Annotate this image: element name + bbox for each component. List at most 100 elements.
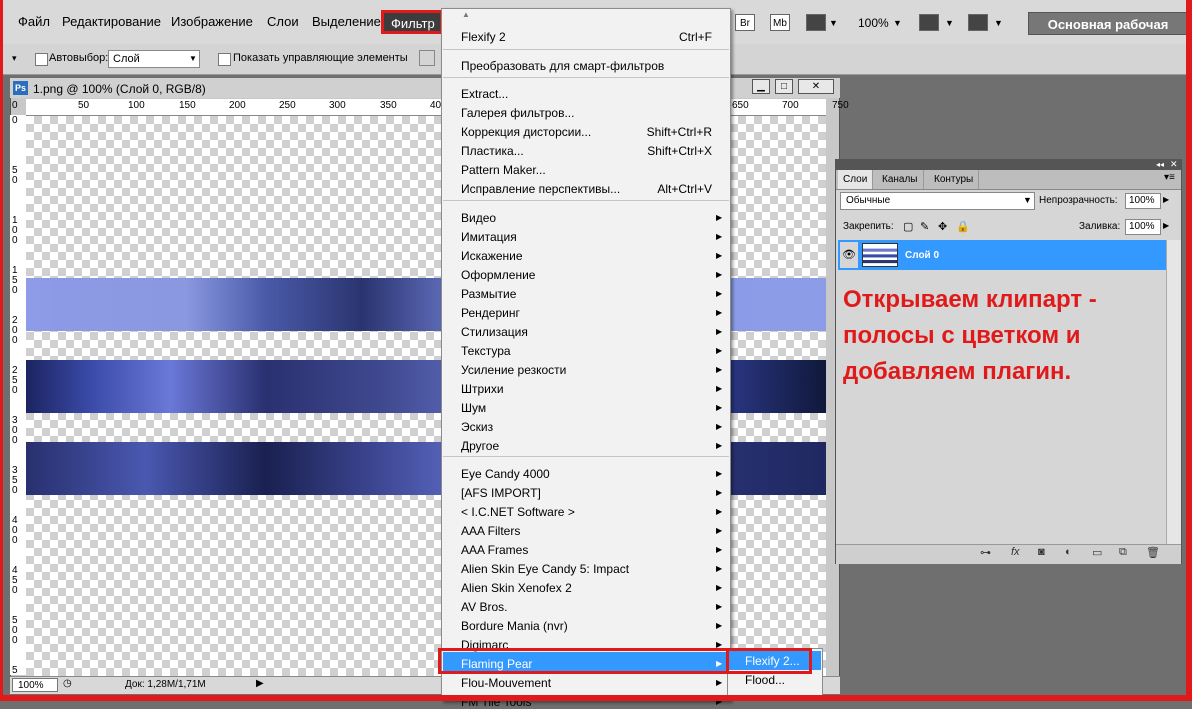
menu-item-submenu[interactable]: Оформление xyxy=(461,268,535,282)
menu-file[interactable]: Файл xyxy=(18,14,50,29)
chevron-right-icon: ▶ xyxy=(716,365,723,374)
ruler-tick-label: 1 0 0 xyxy=(12,215,18,246)
zoom-select[interactable]: 100% xyxy=(858,16,889,30)
lock-brush-icon[interactable]: ✎ xyxy=(920,220,929,233)
chevron-right-icon: ▶ xyxy=(716,441,723,450)
chevron-right-icon: ▶ xyxy=(716,251,723,260)
chevron-right-icon: ▶ xyxy=(716,583,723,592)
layer-name[interactable]: Слой 0 xyxy=(905,250,939,261)
autoselect-select[interactable]: Слой xyxy=(108,50,200,68)
new-layer-icon[interactable]: ⧉ xyxy=(1119,546,1127,559)
arrange-documents-icon[interactable] xyxy=(919,14,939,31)
chevron-down-icon[interactable]: ▼ xyxy=(829,18,838,28)
menu-filter[interactable]: Фильтр xyxy=(391,16,435,31)
menu-item-plugin[interactable]: Flaming Pear xyxy=(461,657,532,671)
menu-item-plugin[interactable]: Alien Skin Xenofex 2 xyxy=(461,581,572,595)
minimize-icon[interactable]: ▁ xyxy=(752,79,770,94)
bridge-icon[interactable]: Br xyxy=(735,14,755,31)
chevron-down-icon[interactable]: ▼ xyxy=(994,18,1003,28)
menu-item-plugin[interactable]: [AFS IMPORT] xyxy=(461,486,541,500)
workspace-button[interactable]: Основная рабочая среда xyxy=(1028,12,1188,55)
tab-paths[interactable]: Контуры xyxy=(929,170,980,189)
menu-image[interactable]: Изображение xyxy=(171,14,253,29)
menu-item-plugin[interactable]: Alien Skin Eye Candy 5: Impact xyxy=(461,562,629,576)
chevron-right-icon: ▶ xyxy=(716,270,723,279)
menu-item-plugin[interactable]: AAA Frames xyxy=(461,543,528,557)
chevron-down-icon[interactable]: ▼ xyxy=(945,18,954,28)
submenu-item-flood[interactable]: Flood... xyxy=(745,673,785,687)
tool-preset-icon[interactable]: ▾ xyxy=(12,53,17,64)
menu-item-plugin[interactable]: AAA Filters xyxy=(461,524,520,538)
menu-item-5[interactable]: Исправление перспективы... xyxy=(461,182,620,196)
menu-item-submenu[interactable]: Размытие xyxy=(461,287,516,301)
status-options-icon[interactable]: ◷ xyxy=(63,678,72,689)
group-icon[interactable]: ▭ xyxy=(1092,546,1102,559)
menu-item-plugin[interactable]: Bordure Mania (nvr) xyxy=(461,619,568,633)
menu-item-flexify[interactable]: Flexify 2 xyxy=(461,30,506,44)
menu-item-submenu[interactable]: Текстура xyxy=(461,344,511,358)
tab-layers[interactable]: Слои xyxy=(838,170,874,189)
menu-item-2[interactable]: Коррекция дисторсии... xyxy=(461,125,591,139)
mini-bridge-icon[interactable]: Mb xyxy=(770,14,790,31)
show-controls-checkbox[interactable] xyxy=(218,53,231,66)
menu-item-4[interactable]: Pattern Maker... xyxy=(461,163,546,177)
menu-item-submenu[interactable]: Другое xyxy=(461,439,499,453)
maximize-icon[interactable]: □ xyxy=(775,79,793,94)
collapse-icon[interactable]: ◂◂ xyxy=(1156,160,1164,169)
menu-item-0[interactable]: Extract... xyxy=(461,87,508,101)
chevron-down-icon[interactable]: ▼ xyxy=(893,18,902,28)
ruler-tick-label: 300 xyxy=(329,100,346,111)
menu-select[interactable]: Выделение xyxy=(312,14,381,29)
menu-item-submenu[interactable]: Штрихи xyxy=(461,382,504,396)
menu-edit[interactable]: Редактирование xyxy=(62,14,161,29)
lock-all-icon[interactable]: 🔒 xyxy=(956,220,970,233)
opacity-field[interactable]: 100% xyxy=(1125,193,1161,209)
lock-move-icon[interactable]: ✥ xyxy=(938,220,947,233)
align-top-icon[interactable] xyxy=(419,50,435,66)
fx-icon[interactable]: fx xyxy=(1011,546,1020,558)
trash-icon[interactable]: 🗑 xyxy=(1146,546,1160,559)
menu-item-submenu[interactable]: Имитация xyxy=(461,230,517,244)
ruler-tick-label: 200 xyxy=(229,100,246,111)
red-frame xyxy=(0,0,3,701)
menu-item-plugin[interactable]: Flou-Mouvement xyxy=(461,676,551,690)
menu-item-plugin[interactable]: AV Bros. xyxy=(461,600,507,614)
menu-shortcut: Ctrl+F xyxy=(679,30,712,44)
menu-separator xyxy=(443,456,729,457)
menu-shortcut: Shift+Ctrl+R xyxy=(646,125,712,139)
ruler-tick-label: 5 0 xyxy=(12,165,18,186)
menu-item-submenu[interactable]: Искажение xyxy=(461,249,523,263)
link-icon[interactable]: ⊶ xyxy=(980,546,991,559)
close-icon[interactable]: ✕ xyxy=(798,79,834,94)
menu-layers[interactable]: Слои xyxy=(267,14,299,29)
panel-header[interactable] xyxy=(836,160,1181,170)
menu-item-submenu[interactable]: Шум xyxy=(461,401,486,415)
menu-item-3[interactable]: Пластика... xyxy=(461,144,524,158)
blend-mode-select[interactable]: Обычные xyxy=(840,192,1035,210)
chevron-right-icon[interactable]: ▶ xyxy=(1163,221,1169,230)
tab-channels[interactable]: Каналы xyxy=(877,170,924,189)
menu-item-plugin[interactable]: Eye Candy 4000 xyxy=(461,467,550,481)
panel-menu-icon[interactable]: ▾≡ xyxy=(1164,172,1175,183)
play-icon[interactable]: ▶ xyxy=(256,678,264,689)
adjustment-icon[interactable]: ◐ xyxy=(1065,546,1072,558)
mask-icon[interactable]: ◙ xyxy=(1038,546,1045,558)
scroll-up-icon[interactable]: ▲ xyxy=(462,10,470,19)
status-zoom-field[interactable]: 100% xyxy=(12,678,58,692)
fill-field[interactable]: 100% xyxy=(1125,219,1161,235)
menu-item-submenu[interactable]: Стилизация xyxy=(461,325,528,339)
menu-item-submenu[interactable]: Усиление резкости xyxy=(461,363,566,377)
chevron-right-icon[interactable]: ▶ xyxy=(1163,195,1169,204)
view-extras-icon[interactable] xyxy=(806,14,826,31)
screen-mode-icon[interactable] xyxy=(968,14,988,31)
menu-item-1[interactable]: Галерея фильтров... xyxy=(461,106,574,120)
menu-item-smart-filter[interactable]: Преобразовать для смарт-фильтров xyxy=(461,59,664,73)
menu-item-submenu[interactable]: Рендеринг xyxy=(461,306,520,320)
autoselect-checkbox[interactable] xyxy=(35,53,48,66)
eye-icon[interactable]: 👁 xyxy=(840,242,858,268)
menu-item-plugin[interactable]: < I.C.NET Software > xyxy=(461,505,575,519)
close-icon[interactable]: ✕ xyxy=(1170,159,1178,170)
menu-item-submenu[interactable]: Видео xyxy=(461,211,496,225)
lock-transparent-icon[interactable]: ▢ xyxy=(903,220,913,233)
menu-item-submenu[interactable]: Эскиз xyxy=(461,420,493,434)
